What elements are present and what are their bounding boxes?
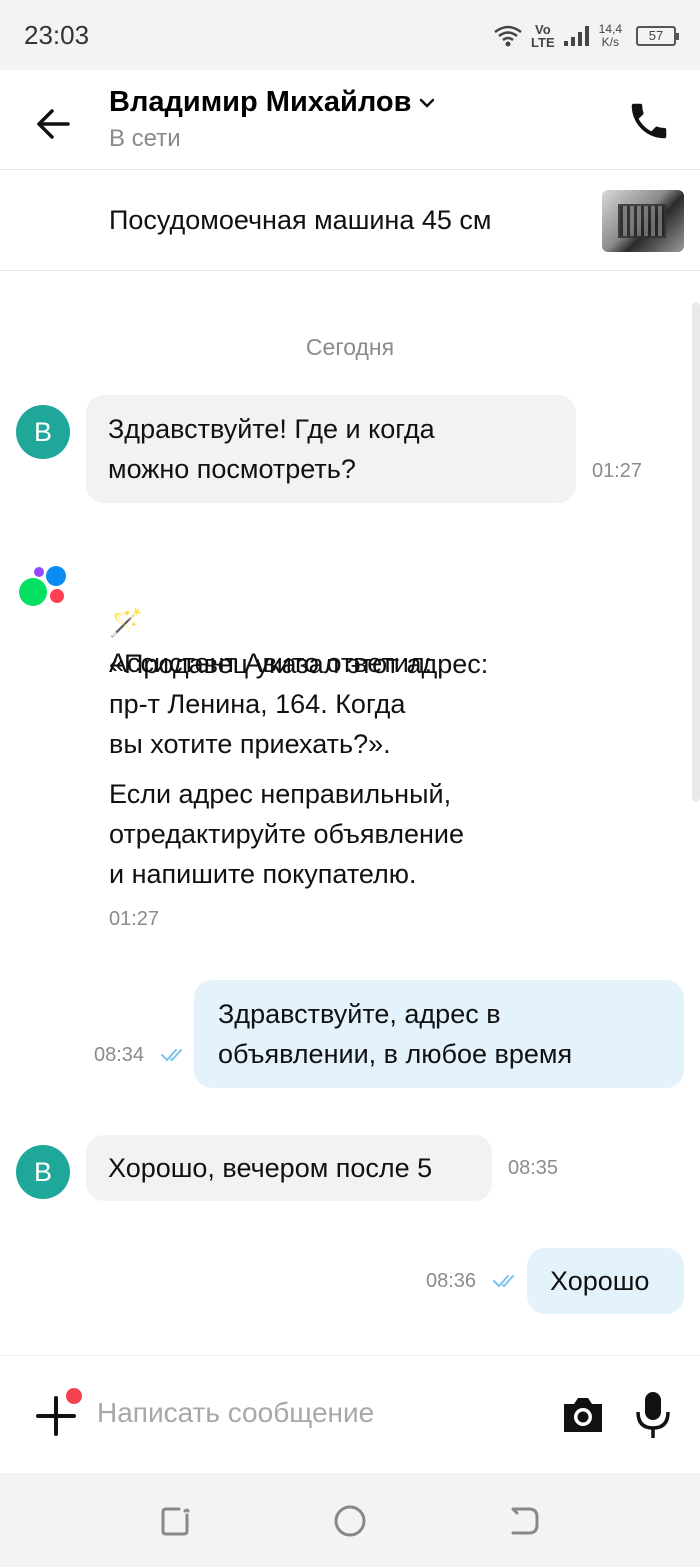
message-time: 08:36 [426,1270,477,1292]
double-check-icon [161,1049,182,1062]
nav-home-icon[interactable] [332,1503,368,1539]
contact-name[interactable]: Владимир Михайлов [109,86,435,119]
magic-wand-icon: 🪄 [109,608,143,638]
message-bubble-incoming[interactable]: Хорошо, вечером после 5 [86,1135,492,1201]
wifi-icon [494,25,522,47]
battery-icon: 57 [636,26,679,46]
message-time: 08:34 [94,1044,145,1066]
message-bubble-outgoing[interactable]: Здравствуйте, адрес в объявлении, в любо… [194,980,684,1088]
message-time: 08:35 [508,1157,559,1179]
avito-logo-icon [19,566,66,606]
status-time: 23:03 [24,20,90,50]
back-arrow-icon[interactable] [34,104,74,144]
network-speed: 14,4 K/s [598,22,622,49]
notification-dot [66,1388,82,1404]
chevron-down-icon [420,98,435,108]
phone-icon[interactable] [626,98,672,144]
volte-indicator: Vo LTE [531,22,555,50]
microphone-icon[interactable] [634,1390,672,1440]
nav-recents-icon[interactable] [157,1503,193,1539]
date-separator: Сегодня [305,334,395,360]
contact-name-text: Владимир Михайлов [109,86,412,118]
camera-icon[interactable] [560,1394,606,1436]
status-icons: Vo LTE 14,4 K/s 57 [493,20,679,52]
system-nav-bar [0,1473,700,1567]
message-input-bar [0,1355,700,1473]
nav-back-icon[interactable] [507,1503,543,1539]
listing-title: Посудомоечная машина 45 см [109,205,492,235]
status-bar: 23:03 Vo LTE 14,4 K/s 57 [0,0,700,70]
signal-icon [563,26,589,46]
double-check-icon [493,1275,514,1288]
listing-strip[interactable]: Посудомоечная машина 45 см [0,171,700,271]
message-bubble-incoming[interactable]: Здравствуйте! Где и когда можно посмотре… [86,395,576,503]
listing-thumbnail[interactable] [602,190,684,252]
avatar[interactable]: В [16,1145,70,1199]
assistant-quote: «Продавец указал этот адрес: пр-т Ленина… [109,649,489,759]
chat-header: Владимир Михайлов В сети [0,70,700,170]
assistant-note: Если адрес неправильный, отредактируйте … [109,779,465,889]
message-bubble-outgoing[interactable]: Хорошо [527,1248,684,1314]
message-time: 01:27 [592,460,643,482]
message-time: 01:27 [109,908,160,930]
contact-status: В сети [109,125,181,152]
scrollbar[interactable] [692,302,700,802]
message-input[interactable] [97,1388,537,1438]
avatar[interactable]: В [16,405,70,459]
